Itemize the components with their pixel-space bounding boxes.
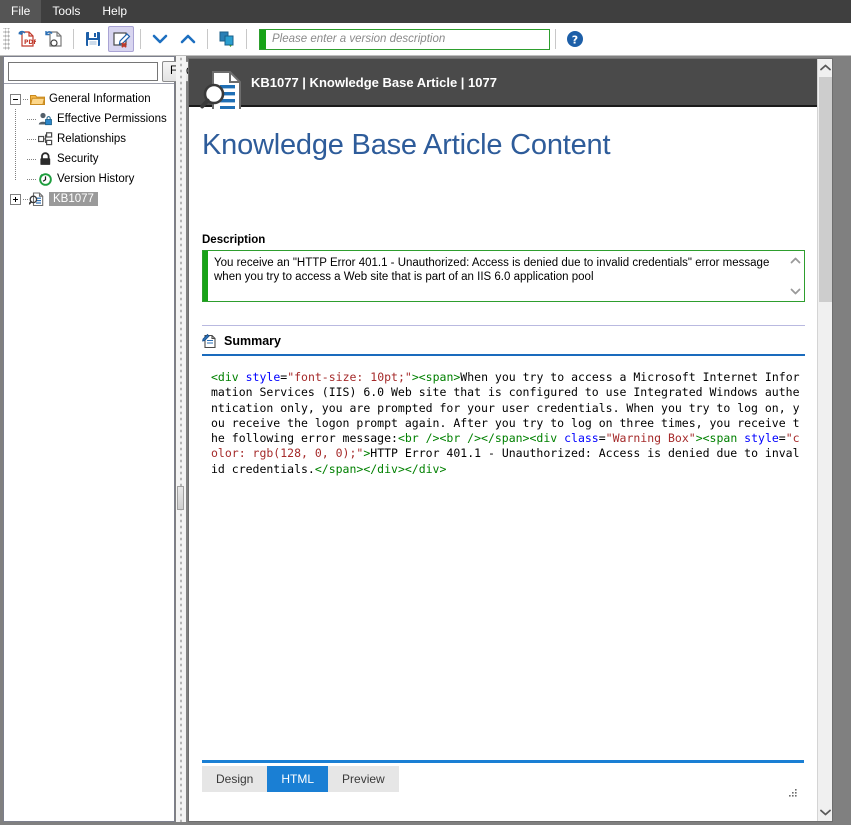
chevron-up-icon (180, 34, 196, 44)
expander-collapse-icon[interactable] (10, 93, 21, 105)
tree-item-label-selected: KB1077 (49, 192, 98, 206)
chevron-down-icon (152, 34, 168, 44)
toolbar-separator (207, 29, 208, 49)
chevron-down-icon[interactable] (789, 285, 802, 298)
splitter-dots (179, 56, 183, 822)
search-input[interactable] (8, 61, 158, 81)
resize-grip[interactable] (785, 787, 799, 801)
refresh-document-button[interactable] (41, 26, 67, 52)
toolbar-separator (73, 29, 74, 49)
tree-item-relationships[interactable]: Relationships (4, 129, 174, 149)
folder-open-icon (29, 91, 45, 107)
document-body: Knowledge Base Article Content Descripti… (189, 109, 817, 821)
menu-bar: File Tools Help (0, 0, 851, 23)
tab-html[interactable]: HTML (267, 766, 329, 792)
edit-cancel-icon (113, 32, 131, 48)
document-scrollbar[interactable] (817, 59, 832, 821)
scroll-up-button[interactable] (818, 59, 832, 76)
toolbar-separator (555, 29, 556, 49)
copy-move-button[interactable] (214, 26, 240, 52)
editor-tabs: Design HTML Preview (202, 766, 399, 792)
description-scrollbar[interactable] (787, 251, 804, 301)
pane-splitter[interactable] (176, 56, 186, 822)
menu-file[interactable]: File (0, 0, 42, 23)
svg-text:?: ? (572, 34, 578, 47)
description-field[interactable]: You receive an "HTTP Error 401.1 - Unaut… (202, 250, 805, 302)
summary-title: Summary (224, 334, 281, 348)
scrollbar-thumb[interactable] (819, 77, 832, 302)
svg-text:PDF: PDF (24, 39, 36, 46)
tree-connector (15, 129, 16, 149)
tree-item-label: Relationships (57, 133, 127, 145)
tree-item-general-information[interactable]: General Information (4, 89, 174, 109)
document-header-title: KB1077 | Knowledge Base Article | 1077 (251, 75, 497, 90)
document-refresh-icon (45, 31, 62, 47)
tree-connector (15, 109, 16, 129)
padlock-icon (37, 151, 53, 167)
toolbar-separator (140, 29, 141, 49)
accent-underline (202, 354, 805, 356)
next-item-button[interactable] (147, 26, 173, 52)
tab-preview[interactable]: Preview (328, 766, 399, 792)
floppy-save-icon (86, 32, 100, 46)
splitter-grip[interactable] (177, 486, 184, 510)
tab-design[interactable]: Design (202, 766, 268, 792)
chevron-up-icon (820, 64, 831, 71)
save-button[interactable] (80, 26, 106, 52)
html-code-editor[interactable]: <div style="font-size: 10pt;"><span>When… (202, 364, 804, 821)
help-button[interactable]: ? (562, 26, 588, 52)
summary-section: Summary (202, 325, 805, 356)
menu-help[interactable]: Help (91, 0, 138, 23)
tree-item-effective-permissions[interactable]: Effective Permissions (4, 109, 174, 129)
tree-item-label: General Information (49, 93, 151, 105)
tree-connector (15, 169, 16, 180)
help-question-icon: ? (567, 31, 583, 47)
tree-connector (27, 178, 37, 180)
tree-connector (27, 118, 37, 120)
tree-connector (15, 149, 16, 169)
toolbar-drag-grip[interactable] (3, 28, 10, 50)
tree-connector (27, 158, 37, 160)
description-label: Description (202, 234, 266, 246)
tree-item-label: Security (57, 153, 99, 165)
edit-cancel-button[interactable] (108, 26, 134, 52)
expander-expand-icon[interactable] (10, 193, 21, 205)
chevron-down-icon (820, 809, 831, 816)
toolbar-separator (246, 29, 247, 49)
tabs-accent-bar (202, 760, 804, 763)
navigation-pane: Find General Information (3, 56, 198, 822)
clock-history-icon (37, 171, 53, 187)
previous-item-button[interactable] (175, 26, 201, 52)
document-header: KB1077 | Knowledge Base Article | 1077 (189, 59, 832, 107)
tree-item-security[interactable]: Security (4, 149, 174, 169)
tree-item-label: Version History (57, 173, 135, 185)
toolbar: PDF Please enter a version description ? (0, 23, 851, 56)
chevron-up-icon[interactable] (789, 254, 802, 267)
export-pdf-button[interactable]: PDF (13, 26, 39, 52)
document-pane: KB1077 | Knowledge Base Article | 1077 K… (188, 58, 833, 822)
relationships-icon (37, 131, 53, 147)
description-text[interactable]: You receive an "HTTP Error 401.1 - Unaut… (208, 251, 787, 301)
pdf-export-icon: PDF (18, 30, 36, 47)
tree-item-version-history[interactable]: Version History (4, 169, 174, 189)
version-description-input[interactable] (266, 29, 549, 49)
code-content[interactable]: <div style="font-size: 10pt;"><span>When… (202, 364, 804, 477)
menu-tools[interactable]: Tools (41, 0, 91, 23)
copy-move-icon (219, 31, 234, 47)
edit-page-icon (202, 333, 216, 349)
tree-view: General Information Effective Permission… (4, 83, 174, 821)
page-title: Knowledge Base Article Content (202, 129, 611, 161)
summary-header: Summary (202, 326, 805, 352)
document-search-icon (29, 191, 45, 207)
find-row: Find (4, 57, 198, 82)
version-description-field[interactable] (259, 28, 550, 50)
tree-item-kb1077[interactable]: KB1077 (4, 189, 174, 209)
tree-connector (27, 138, 37, 140)
tree-item-label: Effective Permissions (57, 113, 167, 125)
user-lock-icon (37, 111, 53, 127)
scroll-down-button[interactable] (818, 804, 832, 821)
